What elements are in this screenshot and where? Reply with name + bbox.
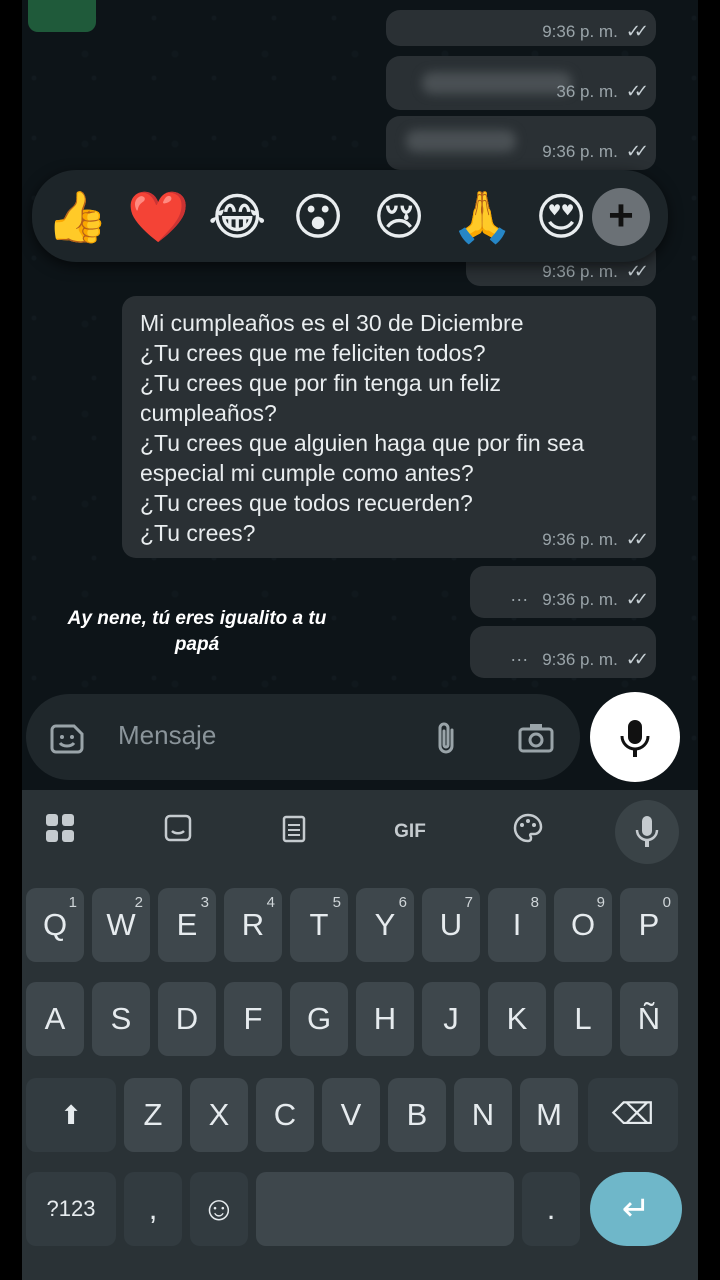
- read-ticks-icon: ✓✓: [625, 141, 649, 161]
- comma-key[interactable]: ,: [124, 1172, 182, 1246]
- surprised-reaction[interactable]: 😮: [289, 188, 347, 246]
- reaction-picker: 👍 ❤️ 😂 😮 😢 🙏 😍 +: [32, 170, 668, 262]
- sad-reaction[interactable]: 😢: [370, 188, 428, 246]
- key-w[interactable]: W2: [92, 888, 150, 962]
- key-q[interactable]: Q1: [26, 888, 84, 962]
- key-n-tilde[interactable]: Ñ: [620, 982, 678, 1056]
- enter-key[interactable]: ↵: [590, 1172, 682, 1246]
- voice-message-button[interactable]: [590, 692, 680, 782]
- key-p[interactable]: P0: [620, 888, 678, 962]
- backspace-key[interactable]: ⌫: [588, 1078, 678, 1152]
- key-s[interactable]: S: [92, 982, 150, 1056]
- read-ticks-icon: ✓✓: [625, 529, 649, 549]
- message-text: Mi cumpleaños es el 30 de Diciembre ¿Tu …: [140, 310, 585, 546]
- message-time: 9:36 p. m.: [542, 650, 618, 669]
- read-ticks-icon: ✓✓: [625, 589, 649, 609]
- sticker-icon[interactable]: [156, 812, 200, 852]
- heart-eyes-reaction[interactable]: 😍: [532, 188, 590, 246]
- read-ticks-icon: ✓✓: [625, 21, 649, 41]
- video-caption: Ay nene, tú eres igualito a tu papá: [67, 608, 327, 655]
- message-bubble-dots-1[interactable]: ··· 9:36 p. m. ✓✓: [470, 566, 656, 618]
- message-bubble-blurred-1[interactable]: 36 p. m. ✓✓: [386, 56, 656, 110]
- key-l[interactable]: L: [554, 982, 612, 1056]
- message-input[interactable]: Mensaje: [118, 720, 216, 751]
- message-time: 9:36 p. m.: [542, 530, 618, 549]
- thumbs-up-reaction[interactable]: 👍: [46, 188, 108, 246]
- clipboard-icon[interactable]: [272, 812, 316, 852]
- more-reactions-button[interactable]: +: [592, 188, 650, 246]
- blurred-content: [406, 130, 516, 152]
- message-bubble-main[interactable]: Mi cumpleaños es el 30 de Diciembre ¿Tu …: [122, 296, 656, 558]
- gif-button[interactable]: GIF: [388, 812, 432, 852]
- read-ticks-icon: ✓✓: [625, 261, 649, 281]
- message-time: 9:36 p. m.: [542, 142, 618, 161]
- message-time: 9:36 p. m.: [542, 22, 618, 41]
- key-d[interactable]: D: [158, 982, 216, 1056]
- shift-key[interactable]: ⬆: [26, 1078, 116, 1152]
- camera-icon[interactable]: [516, 718, 556, 758]
- key-r[interactable]: R4: [224, 888, 282, 962]
- key-y[interactable]: Y6: [356, 888, 414, 962]
- message-bubble-top[interactable]: 9:36 p. m. ✓✓: [386, 10, 656, 46]
- pray-reaction[interactable]: 🙏: [451, 188, 513, 246]
- key-c[interactable]: C: [256, 1078, 314, 1152]
- on-screen-keyboard: GIF Q1 W2 E3 R4 T5 Y6 U7 I8 O9 P0 A S D …: [22, 790, 698, 1280]
- period-key[interactable]: .: [522, 1172, 580, 1246]
- top-left-button[interactable]: [28, 0, 96, 32]
- microphone-icon: [620, 720, 650, 757]
- key-n[interactable]: N: [454, 1078, 512, 1152]
- read-ticks-icon: ✓✓: [625, 81, 649, 101]
- attach-icon[interactable]: [426, 718, 466, 758]
- message-time: 9:36 p. m.: [542, 262, 618, 281]
- microphone-icon: [635, 816, 659, 847]
- laughing-reaction[interactable]: 😂: [208, 188, 266, 246]
- apps-grid-icon[interactable]: [38, 812, 82, 852]
- key-b[interactable]: B: [388, 1078, 446, 1152]
- key-j[interactable]: J: [422, 982, 480, 1056]
- emoji-key[interactable]: ☺: [190, 1172, 248, 1246]
- message-text: ···: [510, 589, 529, 609]
- key-m[interactable]: M: [520, 1078, 578, 1152]
- message-time: 9:36 p. m.: [542, 590, 618, 609]
- key-h[interactable]: H: [356, 982, 414, 1056]
- key-f[interactable]: F: [224, 982, 282, 1056]
- keyboard-voice-button[interactable]: [615, 800, 679, 864]
- key-v[interactable]: V: [322, 1078, 380, 1152]
- palette-icon[interactable]: [506, 812, 550, 852]
- key-k[interactable]: K: [488, 982, 546, 1056]
- key-i[interactable]: I8: [488, 888, 546, 962]
- read-ticks-icon: ✓✓: [625, 649, 649, 669]
- message-bubble-blurred-2[interactable]: 9:36 p. m. ✓✓: [386, 116, 656, 170]
- space-key[interactable]: [256, 1172, 514, 1246]
- symbols-key[interactable]: ?123: [26, 1172, 116, 1246]
- key-z[interactable]: Z: [124, 1078, 182, 1152]
- message-input-bar[interactable]: Mensaje: [26, 694, 580, 780]
- sticker-icon[interactable]: [48, 718, 88, 758]
- key-o[interactable]: O9: [554, 888, 612, 962]
- key-u[interactable]: U7: [422, 888, 480, 962]
- key-x[interactable]: X: [190, 1078, 248, 1152]
- message-time: 36 p. m.: [556, 82, 618, 101]
- message-text: ···: [510, 649, 529, 669]
- message-bubble-dots-2[interactable]: ··· 9:36 p. m. ✓✓: [470, 626, 656, 678]
- heart-reaction[interactable]: ❤️: [127, 188, 189, 246]
- key-e[interactable]: E3: [158, 888, 216, 962]
- key-g[interactable]: G: [290, 982, 348, 1056]
- key-a[interactable]: A: [26, 982, 84, 1056]
- blurred-content: [422, 72, 572, 94]
- whatsapp-screen: 9:36 p. m. ✓✓ 36 p. m. ✓✓ 9:36 p. m. ✓✓ 9:3…: [22, 0, 698, 1280]
- key-t[interactable]: T5: [290, 888, 348, 962]
